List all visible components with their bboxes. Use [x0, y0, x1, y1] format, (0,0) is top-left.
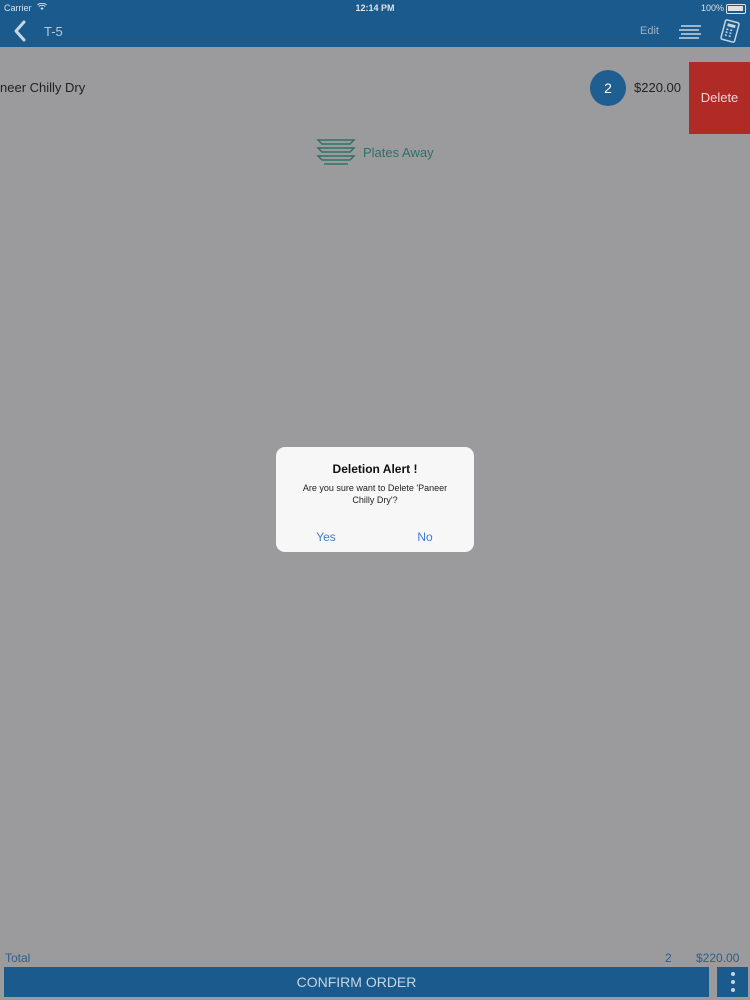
deletion-alert-dialog: Deletion Alert ! Are you sure want to De…: [276, 447, 474, 552]
more-dot-icon: [731, 972, 735, 976]
more-dot-icon: [731, 988, 735, 992]
item-name: neer Chilly Dry: [0, 80, 86, 95]
item-price: $220.00: [634, 80, 681, 95]
plates-stack-icon: [316, 139, 356, 165]
alert-message: Are you sure want to Delete 'Paneer Chil…: [302, 483, 448, 505]
calculator-icon: [720, 19, 740, 43]
battery-percent: 100%: [700, 3, 724, 13]
top-bar: Carrier 12:14 PM 100% T-5 Edit: [0, 0, 750, 47]
total-amount: $220.00: [696, 951, 740, 965]
status-bar: Carrier 12:14 PM 100%: [0, 0, 750, 16]
confirm-order-button[interactable]: CONFIRM ORDER: [4, 967, 709, 997]
list-icon: [679, 25, 701, 39]
back-button[interactable]: [10, 18, 34, 44]
more-dot-icon: [731, 980, 735, 984]
item-quantity-badge[interactable]: 2: [590, 70, 626, 106]
alert-title: Deletion Alert !: [332, 462, 418, 476]
battery-icon: [726, 4, 746, 14]
status-time: 12:14 PM: [355, 3, 395, 13]
page-title: T-5: [44, 24, 63, 39]
alert-yes-button[interactable]: Yes: [301, 530, 351, 544]
nav-bar: T-5 Edit: [0, 16, 750, 47]
order-list-button[interactable]: [678, 22, 704, 42]
more-options-button[interactable]: [717, 967, 748, 997]
total-quantity: 2: [665, 951, 672, 965]
chevron-left-icon: [14, 20, 26, 42]
plates-away-label: Plates Away: [363, 145, 434, 160]
alert-no-button[interactable]: No: [400, 530, 450, 544]
delete-button[interactable]: Delete: [689, 62, 750, 134]
bill-button[interactable]: [718, 19, 742, 43]
edit-button[interactable]: Edit: [640, 25, 659, 37]
total-label: Total: [5, 951, 31, 965]
